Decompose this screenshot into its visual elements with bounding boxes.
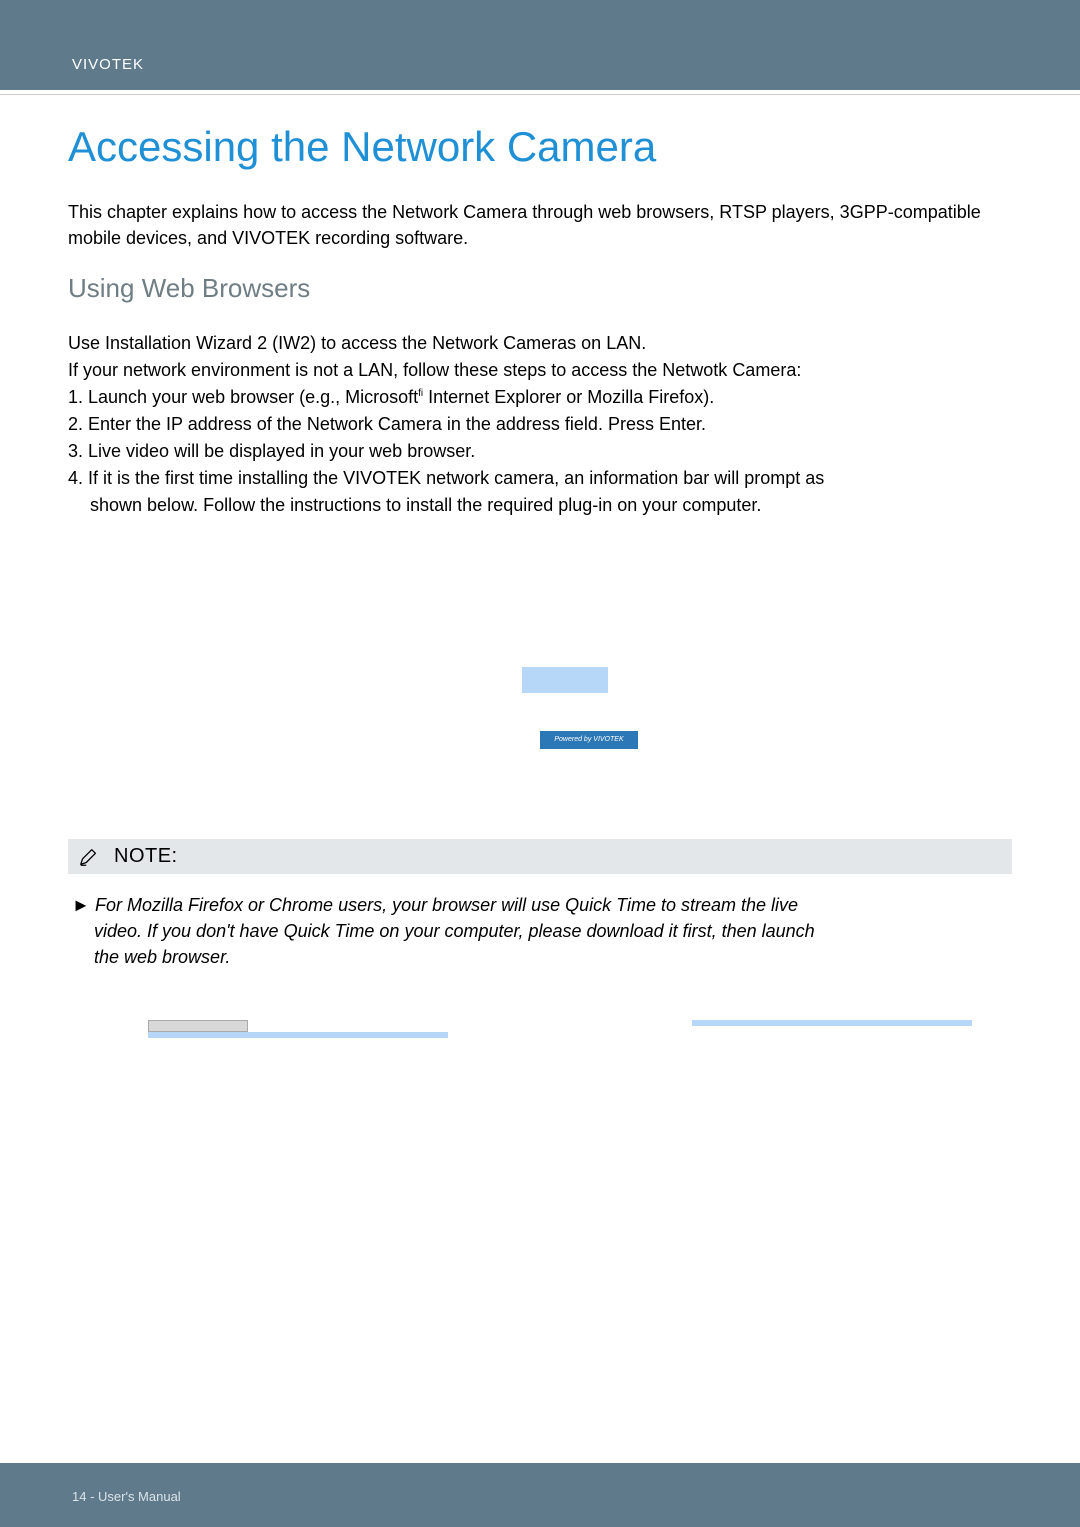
footer-page-number: 14 - User's Manual (72, 1489, 181, 1504)
step-2: 2. Enter the IP address of the Network C… (68, 411, 1012, 438)
page-footer: 14 - User's Manual (0, 1463, 1080, 1527)
step-1: 1. Launch your web browser (e.g., Micros… (68, 384, 1012, 411)
instructions-block: Use Installation Wizard 2 (IW2) to acces… (68, 330, 1012, 519)
step-3: 3. Live video will be displayed in your … (68, 438, 1012, 465)
note-text-line-3: the web browser. (72, 944, 1012, 970)
powered-by-tag: Powered by VIVOTEK (540, 731, 638, 749)
brand-label: VIVOTEK (72, 56, 144, 73)
note-text-line-1: For Mozilla Firefox or Chrome users, you… (95, 895, 798, 915)
note-heading-bar: NOTE: (68, 839, 1012, 874)
note-pencil-icon (78, 846, 100, 868)
intro-paragraph: This chapter explains how to access the … (68, 199, 1012, 251)
note-bullet-arrow: ► (72, 892, 90, 918)
page-header: VIVOTEK (0, 0, 1080, 90)
figure-placeholder: Powered by VIVOTEK (68, 549, 1012, 839)
section-heading-using-web-browsers: Using Web Browsers (68, 273, 1012, 304)
page-title: Accessing the Network Camera (68, 123, 1012, 171)
instructions-line-1: Use Installation Wizard 2 (IW2) to acces… (68, 330, 1012, 357)
screenshot-right (632, 1020, 932, 1038)
note-label: NOTE: (114, 845, 178, 868)
screenshot-right-bar (692, 1020, 972, 1026)
step-4a: 4. If it is the first time installing th… (68, 465, 1012, 492)
screenshot-left-bar (148, 1032, 448, 1038)
screenshot-left (148, 1020, 448, 1038)
page-content: Accessing the Network Camera This chapte… (0, 95, 1080, 1038)
screenshot-row (68, 1020, 1012, 1038)
figure-highlight-box (522, 667, 608, 693)
instructions-line-2: If your network environment is not a LAN… (68, 357, 1012, 384)
note-text-line-2: video. If you don't have Quick Time on y… (72, 918, 1012, 944)
note-body: ► For Mozilla Firefox or Chrome users, y… (68, 892, 1012, 970)
step-1-post: Internet Explorer or Mozilla Firefox). (423, 387, 714, 407)
screenshot-left-tabs (148, 1020, 248, 1032)
step-1-pre: 1. Launch your web browser (e.g., Micros… (68, 387, 418, 407)
step-4b: shown below. Follow the instructions to … (68, 492, 1012, 519)
